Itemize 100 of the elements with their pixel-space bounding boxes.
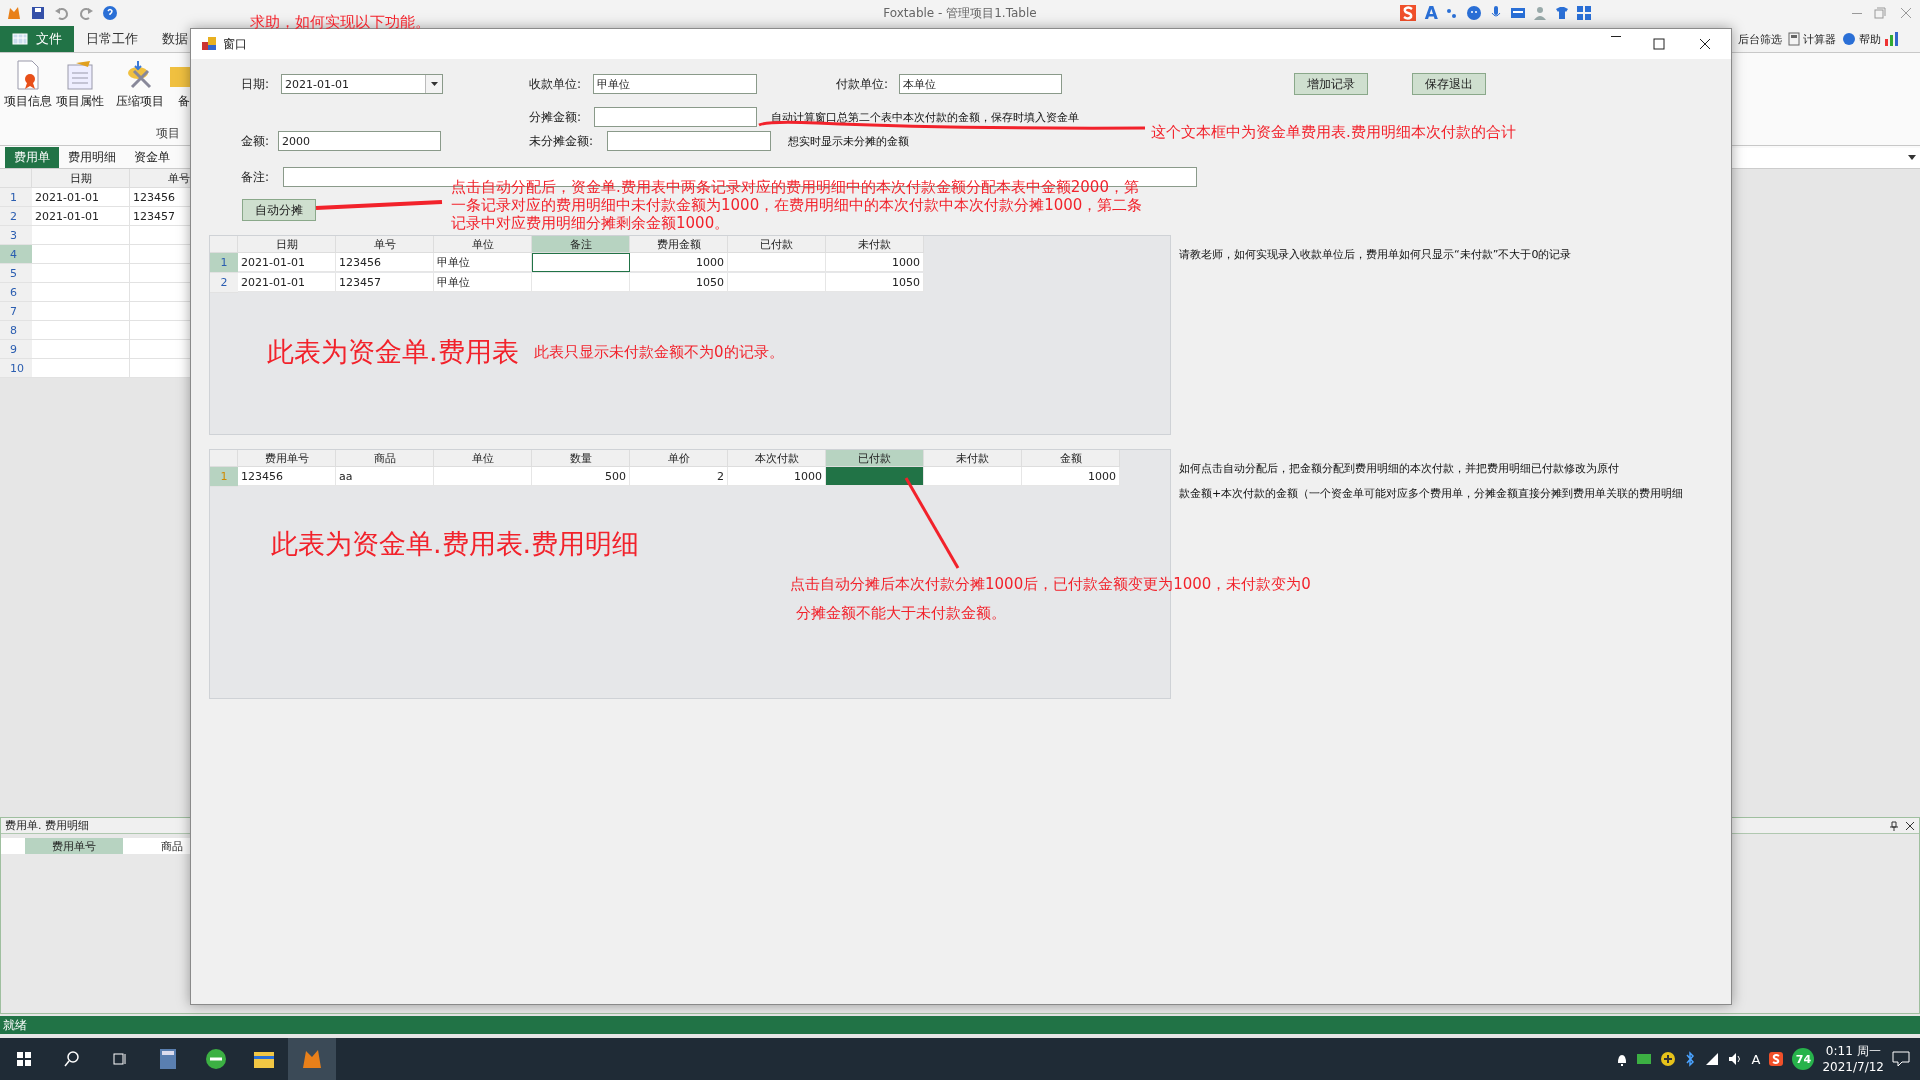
table-cell: 123456	[238, 467, 336, 486]
ribbon-button[interactable]: 压缩项目	[116, 59, 164, 110]
menu-tab[interactable]: 文件	[0, 26, 74, 52]
column-header[interactable]: 备注	[532, 236, 630, 253]
annotation-text: 点击自动分配后，资金单.费用表中两条记录对应的费用明细中的本次付款金额分配本表中金额2000，第一条记录对应的费用明细中未付款金额为1000，在费用明细中的本次付款中本次付款分摊1000，第二条记录中对应费用明细分摊剩余金额1000。	[451, 178, 1144, 232]
sheet-tab[interactable]: 费用明细	[59, 147, 125, 168]
row-number[interactable]: 8	[0, 321, 32, 340]
table-cell: 1000	[728, 467, 826, 486]
row-number[interactable]: 2	[0, 207, 32, 226]
header-corner	[1, 838, 25, 854]
table-cell: 500	[532, 467, 630, 486]
table-cell: 甲单位	[434, 253, 532, 272]
column-header[interactable]: 单号	[336, 236, 434, 253]
input-field[interactable]: 本单位	[899, 74, 1062, 94]
column-header[interactable]: 日期	[238, 236, 336, 253]
bell-icon	[1615, 1052, 1628, 1066]
row-number[interactable]: 1	[210, 253, 238, 273]
close-icon	[1898, 5, 1914, 21]
annotation-text: 点击自动分摊后本次付款分摊1000后，已付款金额变更为1000，未付款变为0	[790, 574, 1311, 595]
column-header[interactable]: 已付款	[728, 236, 826, 253]
annotation-text: 此表只显示未付款金额不为0的记录。	[534, 342, 784, 363]
folder-icon	[253, 1049, 275, 1069]
field-label: 日期:	[241, 75, 271, 93]
column-header[interactable]: 已付款	[826, 450, 924, 467]
row-number[interactable]: 5	[0, 264, 32, 283]
column-header[interactable]: 单位	[434, 450, 532, 467]
column-header[interactable]: 费用金额	[630, 236, 728, 253]
menu-tab[interactable]: 日常工作	[74, 26, 150, 52]
apps-grid-icon	[1576, 5, 1592, 21]
app-logo-icon	[6, 5, 22, 21]
table-cell: 1050	[630, 273, 728, 292]
row-number[interactable]: 9	[0, 340, 32, 359]
question-text: 请教老师，如何实现录入收款单位后，费用单如何只显示“未付款”不大于0的记录	[1179, 247, 1572, 262]
auto-allocate-button[interactable]: 自动分摊	[242, 199, 316, 221]
row-number[interactable]: 3	[0, 226, 32, 245]
annotation-text: 此表为资金单.费用表	[267, 335, 519, 369]
date-dropdown[interactable]: 2021-01-01	[281, 74, 443, 94]
input-field[interactable]: 甲单位	[593, 74, 757, 94]
plus-icon	[1659, 1051, 1676, 1067]
column-header[interactable]: 金额	[1022, 450, 1120, 467]
calculator-icon	[159, 1048, 177, 1070]
shirt-icon	[1554, 5, 1570, 21]
annotation-text: 此表为资金单.费用表.费用明细	[271, 527, 640, 561]
toolbar-link[interactable]: 帮助	[1839, 31, 1884, 47]
toolbar-link[interactable]: 计算器	[1785, 31, 1839, 47]
table-cell: 甲单位	[434, 273, 532, 292]
field-label: 付款单位:	[836, 75, 890, 93]
bar-chart-icon	[1884, 31, 1900, 47]
annotation-text: 求助，如何实现以下功能。	[250, 13, 430, 32]
dialog-button[interactable]: 增加记录	[1294, 73, 1368, 95]
clock-date[interactable]: 2021/7/12	[1822, 1059, 1884, 1075]
sogou-logo-icon	[1768, 1051, 1785, 1067]
row-number[interactable]: 6	[0, 283, 32, 302]
column-header[interactable]: 费用单号	[25, 838, 123, 854]
ribbon-button[interactable]: 项目属性	[56, 59, 104, 110]
row-number[interactable]: 2	[210, 273, 238, 293]
panel-title: 费用单. 费用明细	[5, 818, 89, 833]
ribbon-button[interactable]: 项目信息	[4, 59, 52, 110]
table-icon	[12, 31, 28, 47]
restore-icon	[1872, 5, 1888, 21]
browser-icon	[205, 1048, 227, 1070]
table-cell: 2021-01-01	[32, 207, 130, 226]
dialog-button[interactable]: 保存退出	[1412, 73, 1486, 95]
table-cell: 123457	[336, 273, 434, 292]
annotation-text: 这个文本框中为资金单费用表.费用明细本次付款的合计	[1151, 122, 1516, 143]
ime-mode-text[interactable]: A	[1424, 3, 1438, 23]
column-header[interactable]: 费用单号	[238, 450, 336, 467]
input-field[interactable]: 2000	[278, 131, 441, 151]
input-mode-text[interactable]: A	[1751, 1051, 1761, 1067]
toolbar-link[interactable]: 后台筛选	[1735, 31, 1785, 47]
redo-icon	[78, 5, 94, 21]
minimize-icon	[1611, 36, 1621, 37]
caret-icon	[1908, 155, 1916, 161]
maximize-icon	[1651, 36, 1667, 52]
window-icon	[201, 36, 217, 52]
clock-time[interactable]: 0:11 周一	[1825, 1043, 1881, 1059]
row-number[interactable]: 1	[0, 188, 32, 207]
undo-icon	[54, 5, 70, 21]
sheet-tab[interactable]: 资金单	[125, 147, 179, 168]
row-number[interactable]: 7	[0, 302, 32, 321]
column-header[interactable]: 单位	[434, 236, 532, 253]
column-header[interactable]: 商品	[336, 450, 434, 467]
input-field[interactable]	[594, 107, 757, 127]
sheet-tab[interactable]: 费用单	[5, 147, 59, 168]
ribbon-group-label: 项目	[156, 125, 180, 142]
input-field[interactable]	[607, 131, 771, 151]
question-text: 款金额+本次付款的金额（一个资金单可能对应多个费用单，分摊金额直接分摊到费用单关联的费用明细	[1179, 486, 1684, 501]
column-header[interactable]: 数量	[532, 450, 630, 467]
caret-icon	[430, 81, 438, 87]
column-header[interactable]: 未付款	[826, 236, 924, 253]
column-header[interactable]: 本次付款	[728, 450, 826, 467]
row-number[interactable]: 10	[0, 359, 32, 378]
windows-logo-icon	[16, 1051, 32, 1067]
row-number[interactable]: 4	[0, 245, 32, 264]
column-header[interactable]: 单价	[630, 450, 728, 467]
column-header[interactable]: 未付款	[924, 450, 1022, 467]
column-header[interactable]: 日期	[32, 169, 130, 188]
calculator-icon	[1788, 32, 1800, 46]
table-cell: 123456	[336, 253, 434, 272]
pin-icon	[1889, 820, 1899, 831]
